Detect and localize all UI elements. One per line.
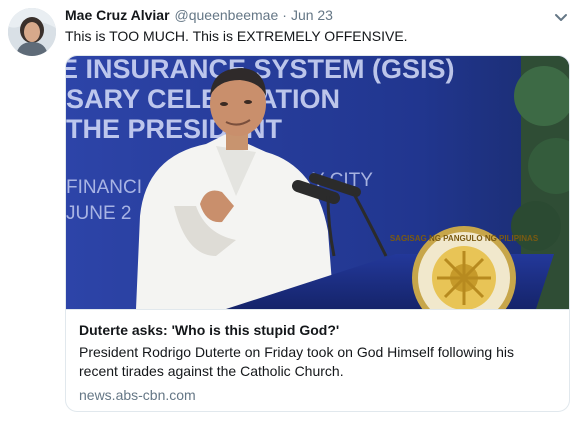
banner-line-4: FINANCI: [66, 177, 142, 198]
card-domain: news.abs-cbn.com: [79, 387, 196, 403]
banner-line-5: JUNE 2: [66, 203, 131, 224]
display-name[interactable]: Mae Cruz Alviar: [65, 7, 170, 23]
chevron-down-icon[interactable]: [554, 10, 568, 21]
separator-dot: ·: [282, 7, 287, 23]
tweet-header: Mae Cruz Alviar @queenbeemae · Jun 23: [65, 7, 333, 25]
tweet[interactable]: Mae Cruz Alviar @queenbeemae · Jun 23 Th…: [0, 0, 578, 423]
user-handle[interactable]: @queenbeemae: [175, 7, 279, 23]
tweet-timestamp[interactable]: Jun 23: [291, 7, 333, 23]
avatar[interactable]: [8, 8, 56, 56]
card-image[interactable]: E INSURANCE SYSTEM (GSIS) SARY CELEBRATI…: [66, 56, 569, 309]
seal-text: SAGISAG NG PANGULO NG PILIPINAS: [390, 234, 539, 243]
card-description: President Rodrigo Duterte on Friday took…: [79, 344, 514, 379]
tweet-text: This is TOO MUCH. This is EXTREMELY OFFE…: [65, 28, 408, 44]
link-card[interactable]: E INSURANCE SYSTEM (GSIS) SARY CELEBRATI…: [65, 55, 570, 412]
card-body[interactable]: Duterte asks: 'Who is this stupid God?' …: [66, 309, 569, 411]
banner-line-2: SARY CELEBRATION: [66, 84, 340, 114]
card-title[interactable]: Duterte asks: 'Who is this stupid God?': [79, 322, 339, 338]
